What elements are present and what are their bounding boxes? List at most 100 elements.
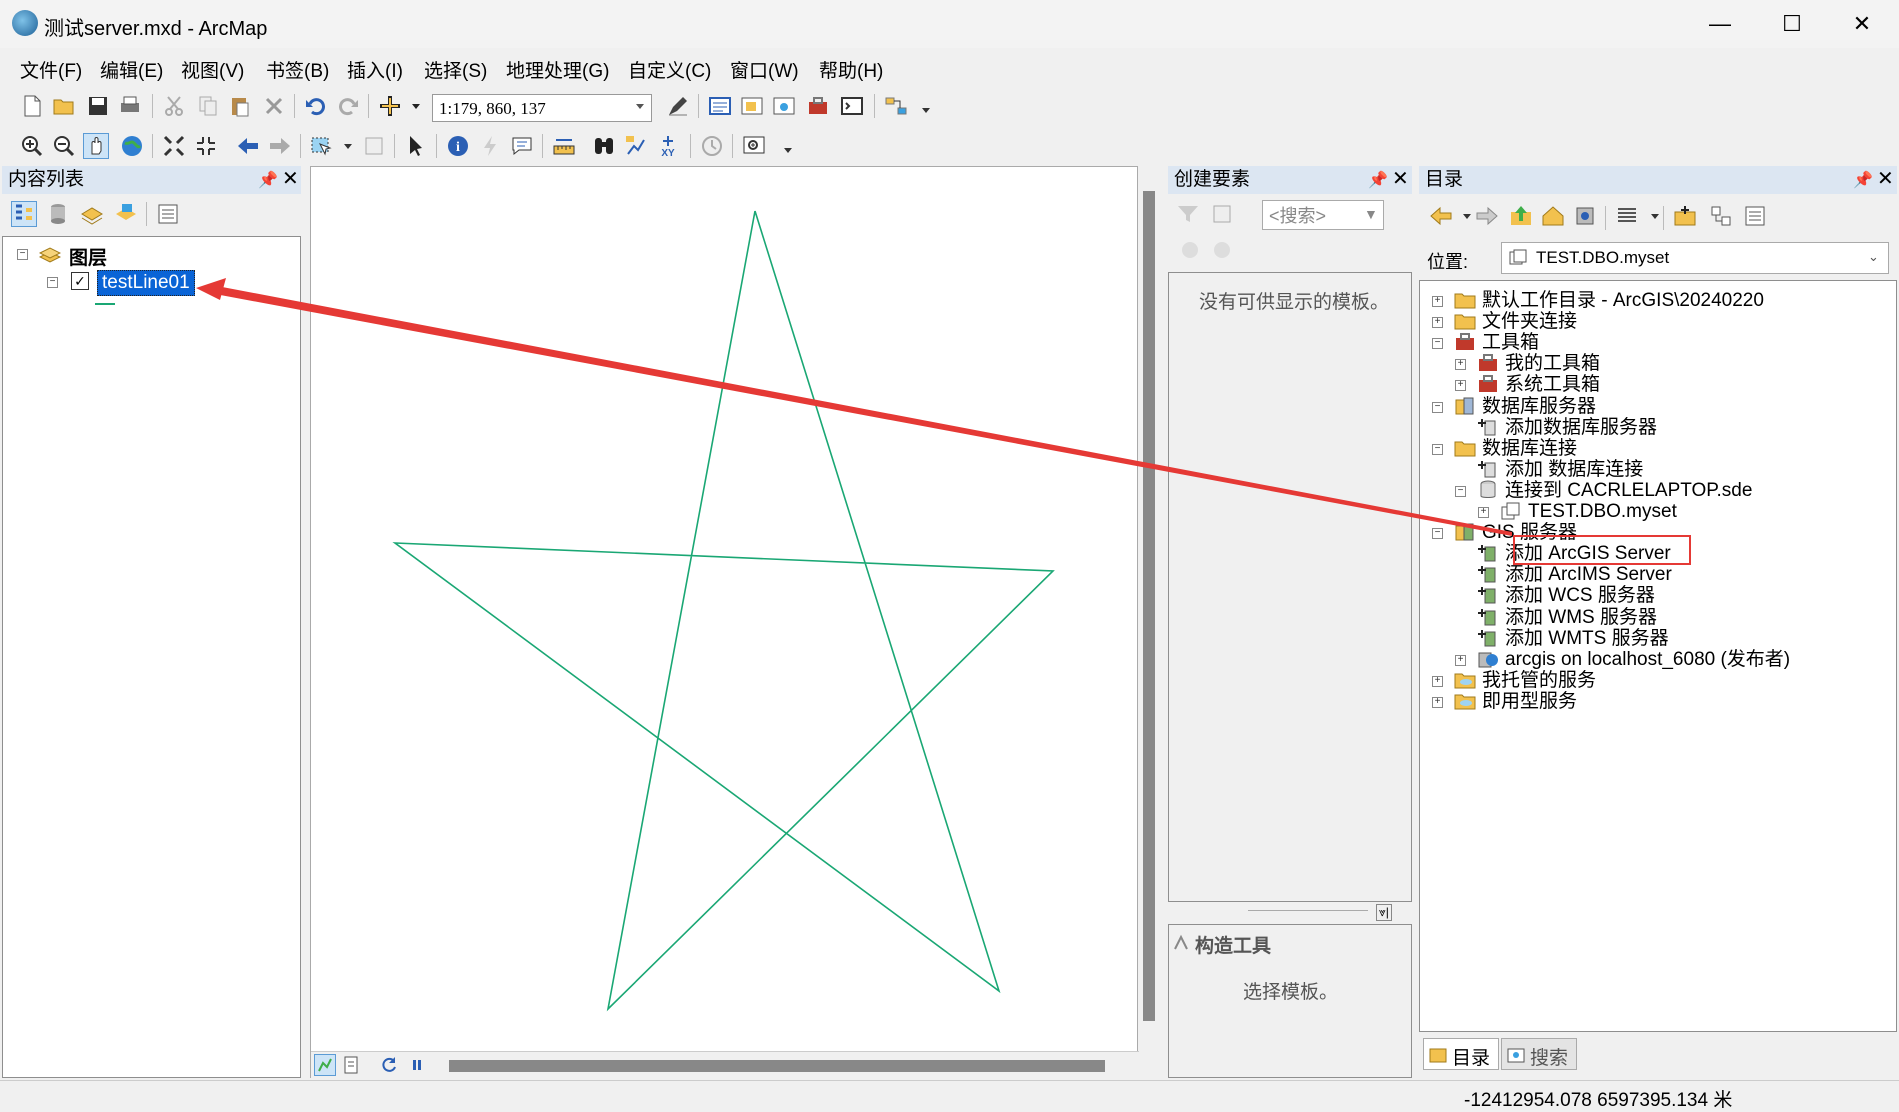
menu-windows[interactable]: 窗口(W): [730, 56, 799, 83]
list-by-visibility-icon[interactable]: [80, 202, 104, 226]
zoom-in-icon[interactable]: [20, 134, 44, 158]
catalog-home-icon[interactable]: [1541, 204, 1565, 228]
select-elements-icon[interactable]: [404, 134, 428, 158]
tree-expand-icon[interactable]: −: [1455, 485, 1466, 497]
menu-help[interactable]: 帮助(H): [819, 56, 883, 83]
menu-geoprocessing[interactable]: 地理处理(G): [506, 56, 609, 83]
catalog-close-icon[interactable]: ✕: [1877, 166, 1894, 191]
add-data-dropdown-icon[interactable]: [404, 94, 420, 118]
create-features-close-icon[interactable]: ✕: [1392, 166, 1409, 191]
tree-expand-icon[interactable]: −: [1432, 443, 1443, 455]
fixed-zoom-in-icon[interactable]: [162, 134, 186, 158]
create-viewer-window-icon[interactable]: [742, 134, 766, 158]
template-zoom-icon[interactable]: [1210, 238, 1234, 262]
paste-icon[interactable]: [228, 94, 252, 118]
catalog-pin-icon[interactable]: 📌: [1853, 170, 1873, 190]
find-route-icon[interactable]: [624, 134, 648, 158]
catalog-forward-icon[interactable]: [1475, 204, 1499, 228]
menu-edit[interactable]: 编辑(E): [100, 56, 163, 83]
toc-window-icon[interactable]: [708, 94, 732, 118]
identify-icon[interactable]: i: [446, 134, 470, 158]
menu-view[interactable]: 视图(V): [181, 56, 244, 83]
menu-customize[interactable]: 自定义(C): [628, 56, 711, 83]
clear-selection-icon[interactable]: [362, 134, 386, 158]
tree-expand-icon[interactable]: +: [1455, 359, 1466, 371]
open-folder-icon[interactable]: [52, 94, 76, 118]
tree-expand-icon[interactable]: +: [1455, 654, 1466, 666]
redo-icon[interactable]: [336, 94, 360, 118]
catalog-views-icon[interactable]: [1615, 204, 1639, 228]
find-icon[interactable]: [592, 134, 616, 158]
save-icon[interactable]: [86, 94, 110, 118]
data-view-icon[interactable]: [314, 1054, 336, 1076]
pan-icon[interactable]: [83, 133, 109, 159]
add-data-icon[interactable]: [378, 94, 402, 118]
hyperlink-icon[interactable]: [478, 134, 502, 158]
catalog-tree-item[interactable]: 即用型服务: [1482, 690, 1577, 714]
toc-options-icon[interactable]: [156, 202, 180, 226]
catalog-back-icon[interactable]: [1429, 204, 1453, 228]
catalog-tab[interactable]: 目录: [1423, 1038, 1499, 1070]
cut-icon[interactable]: [162, 94, 186, 118]
organize-templates-icon[interactable]: [1210, 202, 1234, 226]
new-document-icon[interactable]: [20, 94, 44, 118]
select-features-icon[interactable]: [310, 134, 334, 158]
tree-expand-icon[interactable]: −: [1432, 338, 1443, 350]
minimize-button[interactable]: —: [1700, 8, 1740, 40]
splitter[interactable]: [1248, 910, 1368, 911]
map-horizontal-scrollbar[interactable]: [449, 1060, 1105, 1072]
menu-bookmarks[interactable]: 书签(B): [266, 56, 329, 83]
list-by-selection-icon[interactable]: [114, 202, 138, 226]
catalog-back-dropdown-icon[interactable]: [1455, 204, 1471, 228]
tree-expand-icon[interactable]: +: [1432, 675, 1443, 687]
go-back-icon[interactable]: [236, 134, 260, 158]
zoom-out-icon[interactable]: [52, 134, 76, 158]
connect-folder-icon[interactable]: [1673, 204, 1697, 228]
list-by-source-icon[interactable]: [46, 202, 70, 226]
go-to-xy-icon[interactable]: XY: [656, 134, 680, 159]
filter-templates-icon[interactable]: [1176, 202, 1200, 226]
list-by-drawing-order-icon[interactable]: [11, 201, 37, 227]
create-features-pin-icon[interactable]: 📌: [1368, 170, 1388, 190]
layer-collapse-icon[interactable]: −: [47, 277, 58, 288]
layers-collapse-icon[interactable]: −: [17, 249, 28, 260]
catalog-options-icon[interactable]: [1743, 204, 1767, 228]
location-combo[interactable]: TEST.DBO.myset ⌄: [1501, 242, 1889, 274]
tree-expand-icon[interactable]: +: [1432, 296, 1443, 307]
model-builder-icon[interactable]: [884, 94, 908, 118]
tree-expand-icon[interactable]: +: [1478, 507, 1489, 518]
time-slider-icon[interactable]: [700, 134, 724, 158]
map-view[interactable]: [310, 166, 1155, 1078]
toggle-contents-panel-icon[interactable]: [1709, 204, 1733, 228]
editor-toolbar-icon[interactable]: [666, 94, 690, 118]
tree-expand-icon[interactable]: +: [1432, 317, 1443, 329]
tree-expand-icon[interactable]: +: [1432, 696, 1443, 708]
fixed-zoom-out-icon[interactable]: [194, 134, 218, 158]
go-forward-icon[interactable]: [268, 134, 292, 158]
select-dropdown-icon[interactable]: [336, 134, 352, 158]
catalog-views-dropdown-icon[interactable]: [1643, 204, 1659, 228]
arctoolbox-icon[interactable]: [806, 94, 830, 118]
layout-view-icon[interactable]: [341, 1055, 361, 1075]
catalog-up-icon[interactable]: [1509, 204, 1533, 228]
search-tab[interactable]: 搜索: [1501, 1038, 1577, 1070]
full-extent-icon[interactable]: [120, 134, 144, 158]
menu-insert[interactable]: 插入(I): [347, 56, 403, 83]
python-window-icon[interactable]: [840, 94, 864, 118]
undo-icon[interactable]: [304, 94, 328, 118]
close-button[interactable]: ✕: [1842, 8, 1882, 40]
measure-icon[interactable]: [552, 134, 576, 158]
maximize-button[interactable]: ☐: [1772, 8, 1812, 40]
delete-icon[interactable]: [262, 94, 286, 118]
menu-file[interactable]: 文件(F): [20, 56, 82, 83]
toolbar-overflow-icon[interactable]: [914, 94, 930, 118]
tree-expand-icon[interactable]: −: [1432, 401, 1443, 413]
toolbar2-overflow-icon[interactable]: [776, 134, 792, 158]
catalog-window-icon[interactable]: [740, 94, 764, 118]
print-icon[interactable]: [118, 94, 142, 118]
copy-icon[interactable]: [196, 94, 220, 118]
search-window-icon[interactable]: [772, 94, 796, 118]
search-dropdown-icon[interactable]: ▼: [1364, 206, 1378, 222]
map-vertical-scrollbar[interactable]: [1143, 191, 1155, 1021]
toc-close-icon[interactable]: ✕: [282, 166, 299, 191]
